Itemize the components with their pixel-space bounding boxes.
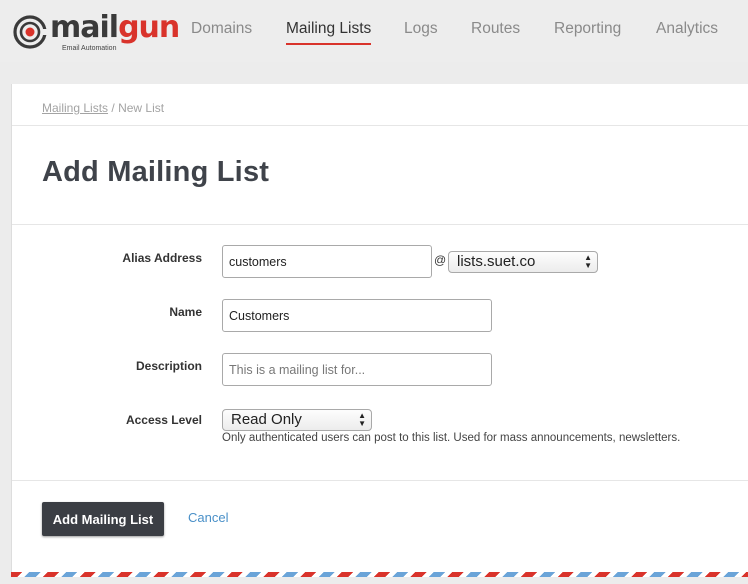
airmail-stripe-border — [11, 572, 748, 577]
name-input[interactable] — [222, 299, 492, 332]
description-input[interactable] — [222, 353, 492, 386]
name-label: Name — [169, 305, 202, 319]
breadcrumb-separator: / — [111, 101, 115, 115]
cancel-link[interactable]: Cancel — [188, 510, 228, 525]
top-navigation-bar: mailgun Email Automation Domains Mailing… — [0, 0, 748, 62]
breadcrumb-current: New List — [118, 101, 165, 115]
divider — [12, 125, 748, 126]
select-arrows-icon: ▲ ▼ — [358, 411, 366, 428]
breadcrumb-mailing-lists-link[interactable]: Mailing Lists — [42, 101, 108, 115]
access-level-help-text: Only authenticated users can post to thi… — [222, 432, 681, 444]
nav-mailing-lists[interactable]: Mailing Lists — [286, 20, 372, 45]
domain-select-value: lists.suet.co — [457, 253, 536, 270]
domain-select[interactable]: lists.suet.co ▲ ▼ — [448, 251, 598, 273]
divider — [12, 480, 748, 481]
nav-reporting[interactable]: Reporting — [554, 20, 621, 38]
add-list-card: Mailing Lists / New List Add Mailing Lis… — [11, 84, 748, 574]
access-level-select[interactable]: Read Only ▲ ▼ — [222, 409, 372, 431]
access-level-label: Access Level — [125, 413, 202, 427]
nav-logs[interactable]: Logs — [404, 20, 438, 38]
breadcrumb: Mailing Lists / New List — [42, 101, 164, 115]
alias-address-label: Alias Address — [122, 251, 202, 265]
nav-analytics[interactable]: Analytics — [656, 20, 718, 38]
alias-input[interactable] — [222, 245, 432, 278]
nav-domains[interactable]: Domains — [191, 20, 252, 38]
description-label: Description — [135, 359, 202, 373]
divider — [12, 224, 748, 225]
main-nav: Domains Mailing Lists Logs Routes Report… — [0, 20, 748, 50]
access-level-select-value: Read Only — [231, 411, 302, 428]
select-arrows-icon: ▲ ▼ — [584, 253, 592, 270]
nav-routes[interactable]: Routes — [471, 20, 520, 38]
at-symbol: @ — [434, 253, 447, 267]
add-mailing-list-button[interactable]: Add Mailing List — [42, 502, 164, 536]
page-title: Add Mailing List — [42, 156, 270, 188]
